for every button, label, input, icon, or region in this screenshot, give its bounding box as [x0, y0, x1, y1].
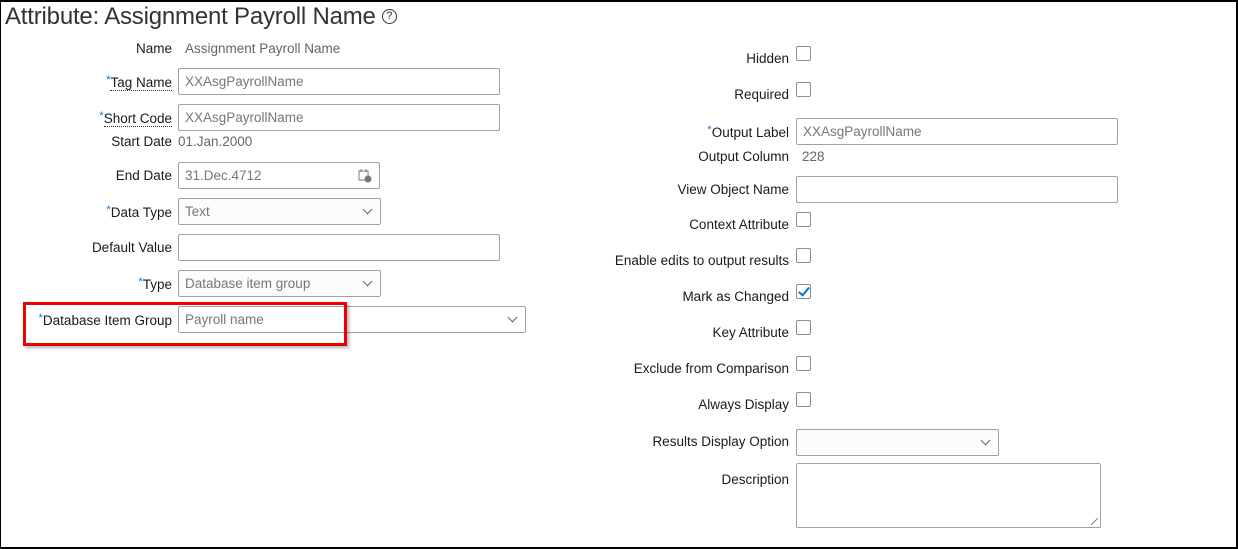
chevron-down-icon	[362, 204, 373, 215]
results-display-option-label: Results Display Option	[652, 434, 789, 449]
output-label-input[interactable]: XXAsgPayrollName	[796, 118, 1118, 145]
resize-grip-icon[interactable]	[1091, 518, 1098, 525]
hidden-checkbox[interactable]	[796, 46, 811, 61]
mark-as-changed-label: Mark as Changed	[682, 289, 789, 304]
data-type-select[interactable]: Text	[178, 198, 381, 225]
data-type-label: *Data Type	[106, 204, 172, 220]
context-attribute-checkbox[interactable]	[796, 212, 811, 227]
exclude-from-comparison-label: Exclude from Comparison	[633, 361, 789, 376]
calendar-icon[interactable]	[358, 168, 372, 183]
description-textarea[interactable]	[796, 463, 1101, 528]
description-label: Description	[721, 472, 789, 487]
default-value-label: Default Value	[91, 240, 172, 255]
key-attribute-checkbox[interactable]	[796, 320, 811, 335]
key-attribute-label: Key Attribute	[712, 325, 789, 340]
always-display-checkbox[interactable]	[796, 392, 811, 407]
highlight-box	[23, 302, 347, 346]
view-object-name-input[interactable]	[796, 176, 1118, 203]
exclude-from-comparison-checkbox[interactable]	[796, 356, 811, 371]
view-object-name-label: View Object Name	[677, 182, 789, 197]
default-value-input[interactable]	[178, 234, 500, 261]
context-attribute-label: Context Attribute	[689, 217, 789, 232]
output-column-label: Output Column	[698, 149, 789, 164]
end-date-input[interactable]: 31.Dec.4712	[178, 162, 380, 189]
mark-as-changed-checkbox[interactable]	[796, 284, 811, 299]
short-code-input[interactable]: XXAsgPayrollName	[178, 104, 500, 131]
enable-edits-checkbox[interactable]	[796, 248, 811, 263]
help-icon[interactable]: ?	[381, 9, 397, 24]
page-title: Attribute: Assignment Payroll Name?	[5, 3, 397, 31]
results-display-option-select[interactable]	[796, 429, 999, 456]
type-select[interactable]: Database item group	[178, 270, 381, 297]
short-code-label: *Short Code	[99, 110, 172, 127]
chevron-down-icon	[362, 276, 373, 287]
tag-name-input[interactable]: XXAsgPayrollName	[178, 68, 500, 95]
required-label: Required	[734, 87, 789, 102]
always-display-label: Always Display	[698, 397, 789, 412]
output-column-value: 228	[802, 149, 825, 164]
title-text: Attribute: Assignment Payroll Name	[5, 3, 376, 30]
start-date-label: Start Date	[111, 134, 172, 149]
name-value: Assignment Payroll Name	[185, 41, 341, 56]
hidden-label: Hidden	[746, 51, 789, 66]
chevron-down-icon	[507, 312, 518, 323]
enable-edits-label: Enable edits to output results	[614, 253, 789, 268]
end-date-label: End Date	[115, 168, 172, 183]
start-date-value: 01.Jan.2000	[178, 134, 253, 149]
tag-name-label: *Tag Name	[106, 74, 172, 91]
output-label-label: *Output Label	[707, 124, 789, 140]
required-checkbox[interactable]	[796, 82, 811, 97]
type-label: *Type	[138, 276, 172, 292]
name-label: Name	[135, 41, 172, 56]
chevron-down-icon	[980, 435, 991, 446]
